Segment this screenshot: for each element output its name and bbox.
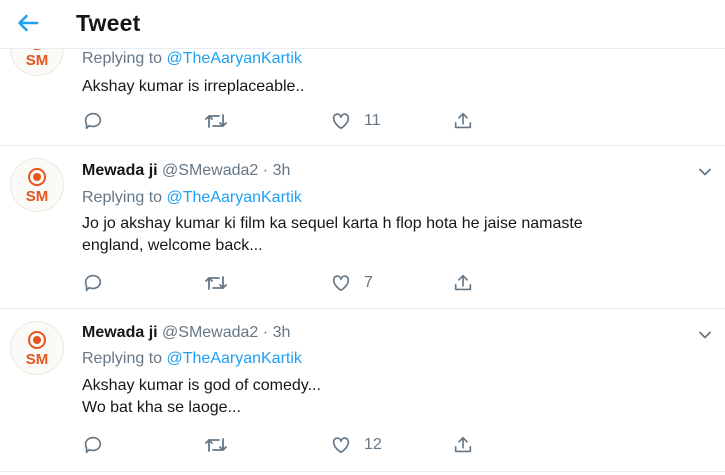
- like-count: 7: [364, 274, 373, 291]
- tweet-2[interactable]: SM Mewada ji @SMewada2 · 3h Replying to …: [0, 146, 725, 309]
- separator-dot: ·: [262, 162, 269, 179]
- arrow-left-icon[interactable]: [14, 9, 42, 37]
- heart-icon: [332, 113, 350, 130]
- tweet-header: Mewada ji @SMewada2 · 3h: [82, 324, 290, 342]
- tweet-text-line: england, welcome back...: [82, 237, 263, 254]
- user-handle[interactable]: @SMewada2: [162, 162, 258, 179]
- like-count: 12: [364, 436, 382, 453]
- like-button[interactable]: 7: [330, 272, 373, 294]
- replying-to: Replying to @TheAaryanKartik: [82, 350, 302, 368]
- avatar-monogram: SM: [26, 188, 49, 205]
- display-name[interactable]: Mewada ji: [82, 162, 158, 179]
- share-button[interactable]: [452, 272, 474, 294]
- reply-icon: [84, 436, 102, 454]
- avatar-monogram: SM: [26, 52, 49, 69]
- share-button[interactable]: [452, 110, 474, 132]
- replying-to: Replying to @TheAaryanKartik: [82, 189, 302, 207]
- mention-link[interactable]: @TheAaryanKartik: [167, 189, 302, 206]
- reply-button[interactable]: [82, 110, 104, 132]
- tweet-text: Akshay kumar is god of comedy... Wo bat …: [82, 375, 682, 419]
- replying-to-label: Replying to: [82, 189, 163, 206]
- replying-to-label: Replying to: [82, 350, 163, 367]
- avatar[interactable]: SM: [10, 321, 64, 375]
- share-button[interactable]: [452, 434, 474, 456]
- like-button[interactable]: 12: [330, 434, 382, 456]
- avatar-monogram: SM: [26, 351, 49, 368]
- tweet-text: Akshay kumar is irreplaceable..: [82, 76, 682, 98]
- timestamp[interactable]: 3h: [273, 162, 291, 179]
- top-bar: Tweet: [0, 0, 725, 49]
- tweet-text-line: Wo bat kha se laoge...: [82, 399, 241, 416]
- page-title: Tweet: [76, 10, 141, 36]
- reply-icon: [84, 112, 102, 130]
- share-icon: [454, 274, 472, 291]
- heart-icon: [332, 437, 350, 454]
- share-icon: [454, 436, 472, 453]
- reply-icon: [84, 274, 102, 292]
- avatar[interactable]: SM: [10, 158, 64, 212]
- tweet-header: Mewada ji @SMewada2 · 3h: [82, 162, 290, 180]
- timestamp[interactable]: 3h: [273, 324, 291, 341]
- retweet-icon: [205, 438, 227, 452]
- tweet-3[interactable]: SM Mewada ji @SMewada2 · 3h Replying to …: [0, 309, 725, 472]
- replying-to-label: Replying to: [82, 50, 163, 67]
- user-handle[interactable]: @SMewada2: [162, 324, 258, 341]
- tweet-text: Jo jo akshay kumar ki film ka sequel kar…: [82, 213, 682, 257]
- mention-link[interactable]: @TheAaryanKartik: [167, 50, 302, 67]
- like-count: 11: [364, 112, 381, 129]
- display-name[interactable]: Mewada ji: [82, 324, 158, 341]
- reply-button[interactable]: [82, 434, 104, 456]
- retweet-icon: [205, 114, 227, 128]
- separator-dot: ·: [262, 324, 269, 341]
- mention-link[interactable]: @TheAaryanKartik: [167, 350, 302, 367]
- like-button[interactable]: 11: [330, 110, 381, 132]
- share-icon: [454, 112, 472, 129]
- reply-button[interactable]: [82, 272, 104, 294]
- retweet-button[interactable]: [204, 272, 228, 294]
- retweet-icon: [205, 276, 227, 290]
- heart-icon: [332, 275, 350, 292]
- chevron-down-icon[interactable]: [697, 164, 713, 180]
- retweet-button[interactable]: [204, 110, 228, 132]
- tweet-text-line: Jo jo akshay kumar ki film ka sequel kar…: [82, 215, 583, 232]
- replying-to: Replying to @TheAaryanKartik: [82, 50, 302, 68]
- tweet-text-line: Akshay kumar is irreplaceable..: [82, 78, 305, 95]
- chevron-down-icon[interactable]: [697, 327, 713, 343]
- retweet-button[interactable]: [204, 434, 228, 456]
- tweet-text-line: Akshay kumar is god of comedy...: [82, 377, 321, 394]
